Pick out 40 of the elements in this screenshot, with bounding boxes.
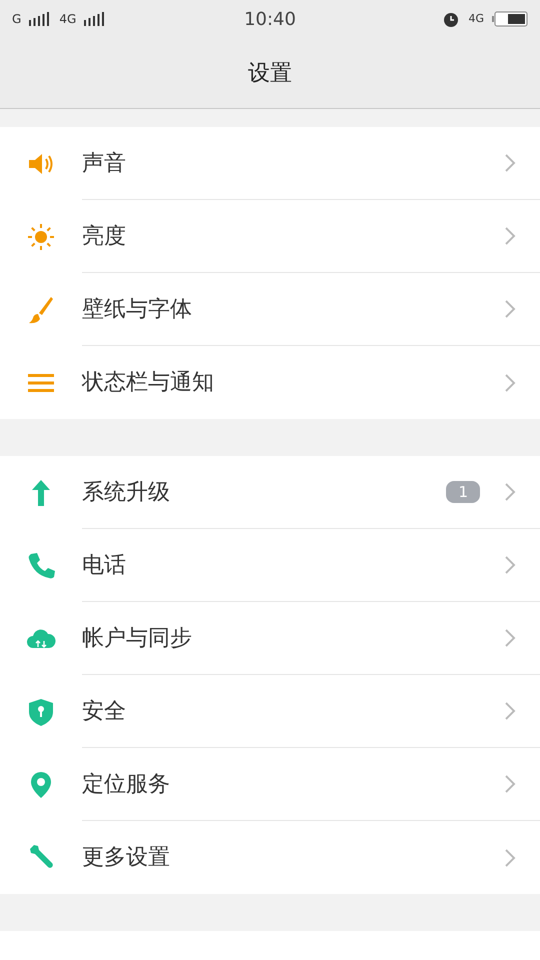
- chevron-right-icon: [504, 774, 516, 794]
- sim-label: G: [12, 11, 22, 28]
- row-label: 电话: [82, 552, 127, 580]
- alarm-clock-icon: [442, 10, 460, 28]
- sim-label: 4G: [59, 11, 76, 28]
- chevron-right-icon: [504, 848, 516, 868]
- settings-row[interactable]: 安全: [0, 675, 540, 748]
- row-label: 安全: [82, 698, 127, 726]
- settings-row[interactable]: 帐户与同步: [0, 602, 540, 675]
- row-label: 定位服务: [82, 770, 171, 798]
- chevron-right-icon: [504, 701, 516, 721]
- settings-row[interactable]: 壁纸与字体: [0, 273, 540, 346]
- row-label: 状态栏与通知: [82, 369, 215, 397]
- row-label: 系统升级: [82, 478, 171, 506]
- settings-row[interactable]: 更多设置: [0, 821, 540, 894]
- chevron-right-icon: [504, 153, 516, 173]
- settings-row[interactable]: 电话: [0, 529, 540, 602]
- page-title: 设置: [248, 60, 292, 88]
- row-label: 声音: [82, 150, 127, 178]
- chevron-right-icon: [504, 299, 516, 319]
- settings-row[interactable]: 声音: [0, 127, 540, 200]
- chevron-right-icon: [504, 482, 516, 502]
- settings-row[interactable]: 系统升级 1: [0, 456, 540, 529]
- row-label: 帐户与同步: [82, 624, 193, 652]
- chevron-right-icon: [504, 226, 516, 246]
- signal-icon: [84, 12, 106, 26]
- settings-row[interactable]: 状态栏与通知: [0, 346, 540, 419]
- network-label: 4G: [468, 10, 484, 27]
- settings-row[interactable]: 定位服务: [0, 748, 540, 821]
- settings-row[interactable]: 亮度: [0, 200, 540, 273]
- clock-time: 10:40: [244, 8, 296, 32]
- chevron-right-icon: [504, 628, 516, 648]
- row-label: 亮度: [82, 222, 127, 250]
- chevron-right-icon: [504, 372, 516, 392]
- signal-icon: [29, 12, 52, 26]
- chevron-right-icon: [504, 555, 516, 575]
- row-label: 壁纸与字体: [82, 296, 193, 324]
- count-badge: 1: [446, 481, 480, 503]
- battery-icon: [492, 11, 528, 27]
- row-label: 更多设置: [82, 844, 171, 872]
